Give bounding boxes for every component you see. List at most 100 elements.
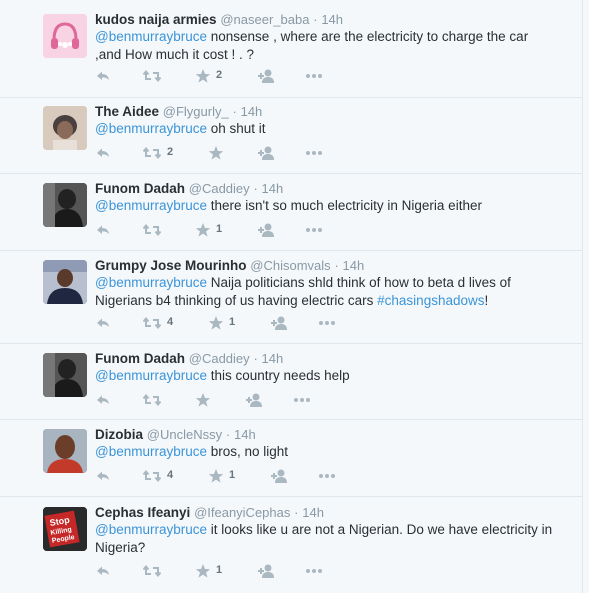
more-icon[interactable]	[305, 563, 323, 579]
tweet-username[interactable]: @IfeanyiCephas	[194, 505, 290, 520]
avatar[interactable]	[43, 429, 87, 473]
favorite-icon[interactable]	[195, 222, 211, 238]
retweet-icon[interactable]	[143, 315, 161, 331]
tweet[interactable]: Funom Dadah @Caddiey · 14h @benmurraybru…	[0, 344, 582, 420]
tweet-fullname[interactable]: The Aidee	[95, 104, 159, 119]
time-separator: ·	[334, 258, 339, 273]
headphones-avatar-image	[43, 14, 87, 58]
tweet-actions: 4 1	[95, 315, 335, 331]
follow-icon[interactable]	[257, 563, 275, 579]
avatar[interactable]: Stop Killing People	[43, 507, 87, 551]
tweet-fullname[interactable]: Funom Dadah	[95, 351, 185, 366]
retweet-count: 2	[167, 146, 174, 158]
tweet[interactable]: Funom Dadah @Caddiey · 14h @benmurraybru…	[0, 174, 582, 251]
favorite-count: 1	[229, 316, 236, 328]
tweet-username[interactable]: @UncleNssy	[147, 427, 222, 442]
tweet-username[interactable]: @Caddiey	[189, 351, 250, 366]
follow-icon[interactable]	[257, 222, 275, 238]
mention-link[interactable]: @benmurraybruce	[95, 522, 207, 537]
tweet-text: @benmurraybruce Naija politicians shld t…	[95, 274, 555, 310]
profile-photo-image	[43, 429, 87, 473]
tweet-text-content: bros, no light	[207, 444, 289, 459]
retweet-icon[interactable]	[143, 392, 161, 408]
mention-link[interactable]: @benmurraybruce	[95, 29, 207, 44]
tweet-fullname[interactable]: Grumpy Jose Mourinho	[95, 258, 247, 273]
retweet-count: 4	[167, 469, 174, 481]
tweet-stream: kudos naija armies @naseer_baba · 14h @b…	[0, 0, 583, 593]
reply-icon[interactable]	[95, 392, 111, 408]
tweet-text-content: there isn't so much electricity in Niger…	[207, 198, 482, 213]
retweet-icon[interactable]	[143, 145, 161, 161]
follow-icon[interactable]	[270, 468, 288, 484]
tweet[interactable]: The Aidee @Flygurly_ · 14h @benmurraybru…	[0, 98, 582, 174]
tweet-text-end: !	[484, 293, 489, 308]
reply-icon[interactable]	[95, 315, 111, 331]
favorite-icon[interactable]	[195, 68, 211, 84]
follow-icon[interactable]	[270, 315, 288, 331]
mention-link[interactable]: @benmurraybruce	[95, 121, 207, 136]
retweet-icon[interactable]	[143, 68, 161, 84]
favorite-count: 1	[216, 223, 223, 235]
tweet-actions: 4 1	[95, 468, 335, 484]
retweet-icon[interactable]	[143, 468, 161, 484]
favorite-icon[interactable]	[195, 563, 211, 579]
tweet-fullname[interactable]: kudos naija armies	[95, 12, 217, 27]
reply-icon[interactable]	[95, 222, 111, 238]
favorite-icon[interactable]	[195, 392, 211, 408]
tweet-timestamp[interactable]: 14h	[262, 181, 284, 196]
avatar[interactable]	[43, 260, 87, 304]
tweet-username[interactable]: @Flygurly_	[163, 104, 229, 119]
more-icon[interactable]	[305, 68, 323, 84]
tweet-username[interactable]: @naseer_baba	[220, 12, 309, 27]
profile-photo-image	[43, 106, 87, 150]
tweet-fullname[interactable]: Dizobia	[95, 427, 143, 442]
tweet-timestamp[interactable]: 14h	[321, 12, 343, 27]
more-icon[interactable]	[305, 222, 323, 238]
tweet-timestamp[interactable]: 14h	[302, 505, 324, 520]
tweet[interactable]: Dizobia @UncleNssy · 14h @benmurraybruce…	[0, 420, 582, 497]
tweet-timestamp[interactable]: 14h	[241, 104, 263, 119]
avatar[interactable]	[43, 106, 87, 150]
more-icon[interactable]	[318, 315, 336, 331]
mention-link[interactable]: @benmurraybruce	[95, 444, 207, 459]
profile-photo-image	[43, 353, 87, 397]
retweet-icon[interactable]	[143, 563, 161, 579]
tweet-timestamp[interactable]: 14h	[234, 427, 256, 442]
hashtag-link[interactable]: #chasingshadows	[377, 293, 484, 308]
tweet-timestamp[interactable]: 14h	[343, 258, 365, 273]
profile-photo-image	[43, 260, 87, 304]
reply-icon[interactable]	[95, 68, 111, 84]
tweet[interactable]: Grumpy Jose Mourinho @Chisomvals · 14h @…	[0, 251, 582, 344]
tweet-username[interactable]: @Caddiey	[189, 181, 250, 196]
favorite-icon[interactable]	[208, 145, 224, 161]
follow-icon[interactable]	[257, 145, 275, 161]
mention-link[interactable]: @benmurraybruce	[95, 275, 207, 290]
avatar[interactable]	[43, 183, 87, 227]
favorite-icon[interactable]	[208, 468, 224, 484]
reply-icon[interactable]	[95, 563, 111, 579]
avatar[interactable]	[43, 353, 87, 397]
tweet-timestamp[interactable]: 14h	[262, 351, 284, 366]
reply-icon[interactable]	[95, 145, 111, 161]
follow-icon[interactable]	[257, 68, 275, 84]
tweet-fullname[interactable]: Cephas Ifeanyi	[95, 505, 190, 520]
tweet-fullname[interactable]: Funom Dadah	[95, 181, 185, 196]
tweet-text: @benmurraybruce nonsense , where are the…	[95, 28, 555, 64]
follow-icon[interactable]	[245, 392, 263, 408]
tweet[interactable]: Stop Killing People Cephas Ifeanyi @Ifea…	[0, 497, 582, 593]
retweet-icon[interactable]	[143, 222, 161, 238]
more-icon[interactable]	[318, 468, 336, 484]
avatar[interactable]	[43, 14, 87, 58]
tweet[interactable]: kudos naija armies @naseer_baba · 14h @b…	[0, 0, 582, 98]
reply-icon[interactable]	[95, 468, 111, 484]
mention-link[interactable]: @benmurraybruce	[95, 198, 207, 213]
tweet-text: @benmurraybruce bros, no light	[95, 443, 555, 461]
more-icon[interactable]	[293, 392, 311, 408]
tweet-actions: 1	[95, 222, 335, 238]
mention-link[interactable]: @benmurraybruce	[95, 368, 207, 383]
tweet-text: @benmurraybruce this country needs help	[95, 367, 555, 385]
profile-photo-image	[43, 183, 87, 227]
tweet-username[interactable]: @Chisomvals	[250, 258, 330, 273]
more-icon[interactable]	[305, 145, 323, 161]
favorite-icon[interactable]	[208, 315, 224, 331]
